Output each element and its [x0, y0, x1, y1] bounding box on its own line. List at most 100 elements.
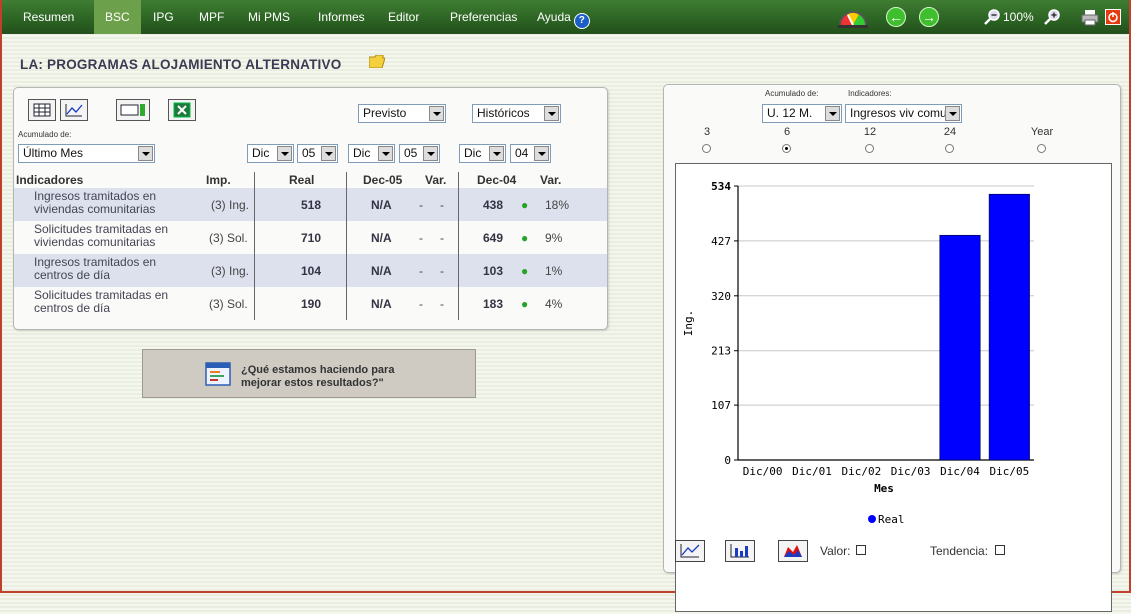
- previsto-month-select[interactable]: Dic: [348, 144, 395, 163]
- period-radio-year[interactable]: [1037, 144, 1046, 153]
- chevron-down-icon: [534, 146, 549, 161]
- forward-arrow-icon[interactable]: →: [919, 7, 939, 27]
- historico-year-value: 04: [515, 146, 529, 160]
- row-previsto: N/A: [371, 264, 392, 278]
- top-navigation-bar: Resumen BSC IPG MPF Mi PMS Informes Edit…: [2, 0, 1129, 34]
- y-tick-label: 534: [711, 180, 731, 193]
- period-radio-6[interactable]: [782, 144, 791, 153]
- gauge-view-button[interactable]: [116, 99, 150, 121]
- nav-bsc[interactable]: BSC: [94, 0, 141, 34]
- period-radio-24[interactable]: [945, 144, 954, 153]
- row-historico: 438: [483, 198, 504, 212]
- nav-resumen[interactable]: Resumen: [12, 0, 85, 34]
- nav-mpf[interactable]: MPF: [188, 0, 235, 34]
- row-real: 710: [301, 231, 322, 245]
- chart-acumulado-value: U. 12 M.: [767, 106, 813, 120]
- column-divider: [254, 172, 255, 320]
- excel-export-button[interactable]: [168, 99, 196, 121]
- tendencia-checkbox[interactable]: [995, 545, 1005, 555]
- row-var-previsto-2: -: [440, 198, 444, 212]
- x-tick-label: Dic/02: [841, 465, 881, 478]
- nav-ayuda[interactable]: Ayuda?: [526, 0, 594, 34]
- row-var-historico: 18%: [545, 198, 570, 212]
- area-chart-type-button[interactable]: [778, 540, 808, 562]
- table-row[interactable]: Ingresos tramitados en centros de día (3…: [14, 254, 607, 287]
- nav-mi-pms[interactable]: Mi PMS: [237, 0, 301, 34]
- row-indicator-name: Ingresos tramitados en viviendas comunit…: [34, 189, 157, 216]
- historicos-select-value: Históricos: [477, 106, 530, 120]
- previsto-month-value: Dic: [353, 146, 371, 160]
- exit-icon[interactable]: [1105, 9, 1121, 25]
- period-radio-12[interactable]: [865, 144, 874, 153]
- x-tick-label: Dic/01: [792, 465, 832, 478]
- trend-up-icon: ●: [521, 198, 529, 212]
- line-chart-view-button[interactable]: [60, 99, 88, 121]
- row-var-historico: 9%: [545, 231, 563, 245]
- back-arrow-icon[interactable]: ←: [886, 7, 906, 27]
- tendencia-label: Tendencia:: [930, 544, 989, 558]
- row-var-previsto-2: -: [440, 297, 444, 311]
- period-radio-3[interactable]: [702, 144, 711, 153]
- period-label-6: 6: [783, 126, 791, 138]
- y-axis-title: Ing.: [682, 310, 695, 337]
- table-row[interactable]: Solicitudes tramitadas en viviendas comu…: [14, 221, 607, 254]
- x-tick-label: Dic/05: [989, 465, 1029, 478]
- valor-checkbox[interactable]: [856, 545, 866, 555]
- indicadores-value: Ingresos viv comun: [850, 106, 954, 120]
- zoom-out-icon[interactable]: [983, 8, 1001, 26]
- row-imp: (3) Sol.: [209, 297, 248, 311]
- header-var-previsto: Var.: [425, 173, 447, 187]
- historicos-select[interactable]: Históricos: [472, 104, 561, 123]
- chevron-down-icon: [321, 146, 336, 161]
- real-month-value: Dic: [252, 146, 270, 160]
- dashboard-gauge-icon[interactable]: [836, 5, 870, 29]
- line-chart-type-button[interactable]: [675, 540, 705, 562]
- folder-icon[interactable]: [369, 55, 385, 68]
- row-historico: 649: [483, 231, 504, 245]
- table-row[interactable]: Solicitudes tramitadas en centros de día…: [14, 287, 607, 320]
- row-indicator-name: Solicitudes tramitadas en viviendas comu…: [34, 222, 169, 249]
- nav-editor[interactable]: Editor: [377, 0, 430, 34]
- indicadores-select[interactable]: Ingresos viv comun: [845, 104, 962, 123]
- trend-up-icon: ●: [521, 231, 529, 245]
- valor-label: Valor:: [820, 544, 851, 558]
- historico-month-select[interactable]: Dic: [459, 144, 506, 163]
- header-imp: Imp.: [206, 173, 231, 187]
- row-var-previsto-2: -: [440, 264, 444, 278]
- nav-informes[interactable]: Informes: [307, 0, 376, 34]
- improvement-actions-button[interactable]: ¿Qué estamos haciendo para mejorar estos…: [142, 349, 476, 398]
- row-indicator-name: Ingresos tramitados en centros de día: [34, 255, 157, 282]
- nav-preferencias[interactable]: Preferencias: [439, 0, 528, 34]
- previsto-select[interactable]: Previsto: [358, 104, 446, 123]
- row-var-previsto-2: -: [440, 231, 444, 245]
- table-view-button[interactable]: [28, 99, 56, 121]
- indicators-panel: Previsto Históricos Acumulado de: Último…: [13, 87, 608, 330]
- real-year-select[interactable]: 05: [297, 144, 338, 163]
- chevron-down-icon: [423, 146, 438, 161]
- print-icon[interactable]: [1081, 8, 1099, 26]
- previsto-year-select[interactable]: 05: [399, 144, 440, 163]
- improvement-actions-label: ¿Qué estamos haciendo para mejorar estos…: [241, 364, 394, 390]
- legend-label: Real: [878, 513, 905, 526]
- acumulado-select[interactable]: Último Mes: [18, 144, 155, 163]
- y-tick-label: 107: [711, 399, 731, 412]
- nav-ipg[interactable]: IPG: [142, 0, 185, 34]
- real-month-select[interactable]: Dic: [247, 144, 294, 163]
- header-indicadores: Indicadores: [16, 173, 84, 187]
- row-imp: (3) Ing.: [211, 264, 250, 278]
- y-tick-label: 427: [711, 235, 731, 248]
- row-real: 190: [301, 297, 322, 311]
- chart-acumulado-label: Acumulado de:: [765, 89, 819, 98]
- bar-chart-type-button[interactable]: [725, 540, 755, 562]
- chart-acumulado-select[interactable]: U. 12 M.: [762, 104, 842, 123]
- historico-year-select[interactable]: 04: [510, 144, 551, 163]
- period-label-3: 3: [703, 126, 711, 138]
- row-previsto: N/A: [371, 231, 392, 245]
- chevron-down-icon: [429, 106, 444, 121]
- zoom-in-icon[interactable]: [1043, 8, 1061, 26]
- y-tick-label: 0: [724, 454, 731, 467]
- table-row[interactable]: Ingresos tramitados en viviendas comunit…: [14, 188, 607, 221]
- header-previsto: Dec-05: [363, 173, 403, 187]
- row-previsto: N/A: [371, 198, 392, 212]
- table-header: Indicadores Imp. Real Dec-05 Var. Dec-04…: [14, 172, 607, 188]
